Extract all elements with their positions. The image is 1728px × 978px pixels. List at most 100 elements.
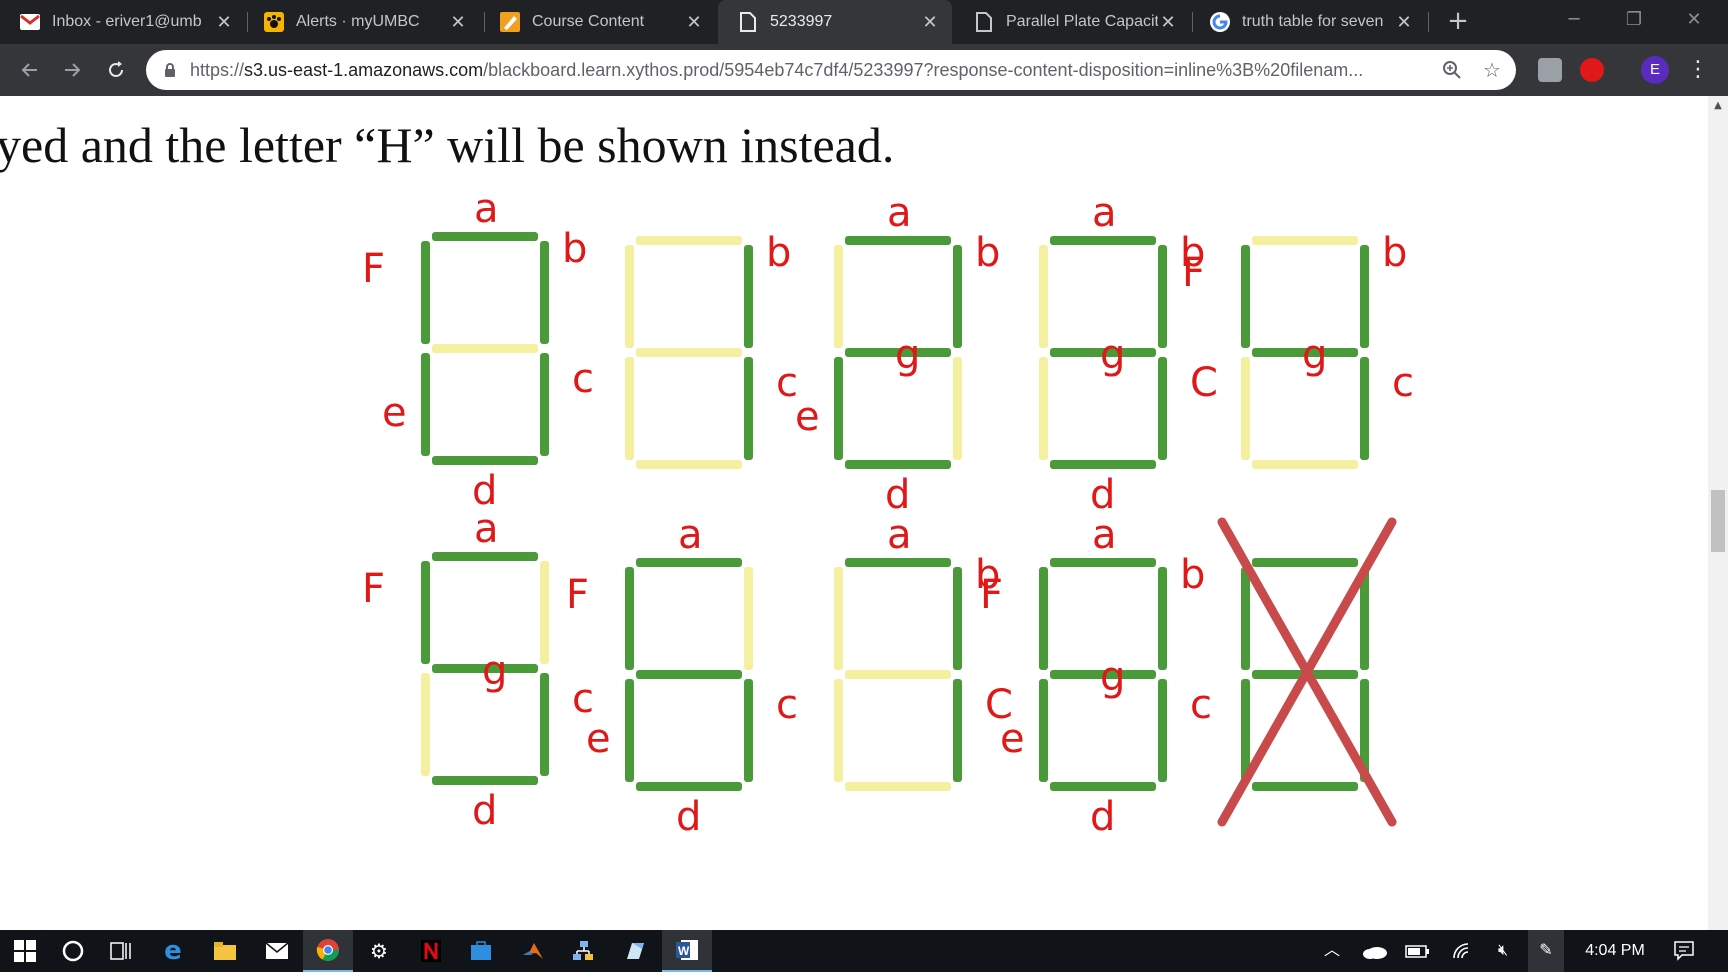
task-view-icon[interactable] xyxy=(96,930,146,972)
segment-e-on xyxy=(421,353,430,456)
segment-f-off xyxy=(834,245,843,348)
store-icon[interactable] xyxy=(456,930,506,972)
segment-c-off xyxy=(953,357,962,460)
scrollbar-thumb[interactable] xyxy=(1711,490,1725,552)
close-tab-icon[interactable]: ✕ xyxy=(684,12,704,33)
tab-course-content[interactable]: Course Content ✕ xyxy=(480,0,716,44)
windows-start-icon[interactable] xyxy=(0,930,50,972)
clock-time[interactable]: 4:04 PM xyxy=(1570,930,1660,972)
seven-segment-figure: abFedcbcabgedabgCdF bgcaFgcdaFecdabCaF bge… xyxy=(362,186,1414,840)
annotation-a: a xyxy=(887,512,912,558)
segment-b-on xyxy=(953,567,962,670)
segment-d-off xyxy=(636,460,742,469)
tray-overflow-chevron-icon[interactable]: ︿ xyxy=(1318,930,1346,972)
segment-c-on xyxy=(540,353,549,456)
battery-icon[interactable] xyxy=(1400,930,1436,972)
segment-c-on xyxy=(1158,679,1167,782)
tab-5233997[interactable]: 5233997 ✕ xyxy=(718,0,952,44)
google-icon xyxy=(1210,12,1230,32)
segment-a-on xyxy=(1050,558,1156,567)
segment-c-on xyxy=(1360,357,1369,460)
segment-g-off xyxy=(432,344,538,353)
chrome-icon[interactable] xyxy=(303,930,353,972)
extension-adblock-icon[interactable] xyxy=(1580,58,1604,82)
segment-d-on xyxy=(432,776,538,785)
segment-a-off xyxy=(636,236,742,245)
annotation-c: c xyxy=(1392,360,1414,406)
arrow-left-icon xyxy=(21,63,37,77)
onedrive-cloud-icon[interactable] xyxy=(1358,930,1392,972)
settings-gear-icon[interactable]: ⚙ xyxy=(354,930,404,972)
close-tab-icon[interactable]: ✕ xyxy=(920,12,940,33)
segment-a-on xyxy=(1252,558,1358,567)
minimize-button[interactable]: ─ xyxy=(1546,0,1602,44)
segment-d-on xyxy=(432,456,538,465)
annotation-c: C xyxy=(1190,360,1218,406)
paint-icon[interactable] xyxy=(610,930,660,972)
segment-c-on xyxy=(744,357,753,460)
annotation-e: e xyxy=(382,390,407,436)
matlab-icon[interactable] xyxy=(508,930,558,972)
digit-9 xyxy=(1217,517,1397,827)
close-tab-icon[interactable]: ✕ xyxy=(1394,12,1414,33)
scroll-up-arrow-icon[interactable]: ▲ xyxy=(1708,96,1728,116)
address-bar[interactable]: https://s3.us-east-1.amazonaws.com/black… xyxy=(146,50,1516,90)
cortana-circle-icon[interactable] xyxy=(48,930,98,972)
url-text[interactable]: https://s3.us-east-1.amazonaws.com/black… xyxy=(190,60,1440,81)
close-tab-icon[interactable]: ✕ xyxy=(1158,12,1178,33)
forward-button[interactable] xyxy=(56,54,88,86)
reload-button[interactable] xyxy=(100,54,132,86)
annotation-a: a xyxy=(887,190,912,236)
close-window-button[interactable]: ✕ xyxy=(1666,0,1722,44)
segment-f-on xyxy=(625,567,634,670)
digit-5: aFgcd xyxy=(362,506,594,834)
document-icon xyxy=(974,12,994,32)
tab-gmail[interactable]: Inbox - eriver1@umb ✕ xyxy=(0,0,246,44)
vertical-scrollbar[interactable]: ▲ xyxy=(1708,96,1728,930)
action-center-icon[interactable] xyxy=(1664,930,1704,972)
restore-button[interactable]: ❐ xyxy=(1606,0,1662,44)
digit-2: abged xyxy=(795,190,1000,518)
volume-muted-icon[interactable]: 🔇︎ xyxy=(1488,930,1518,972)
profile-avatar[interactable]: E xyxy=(1641,56,1669,84)
segment-a-on xyxy=(845,236,951,245)
segment-c-on xyxy=(1158,357,1167,460)
tab-google-search[interactable]: truth table for seven ✕ xyxy=(1190,0,1426,44)
extension-grammarly-icon[interactable] xyxy=(1538,58,1562,82)
tab-myumbc[interactable]: Alerts · myUMBC ✕ xyxy=(244,0,480,44)
segment-a-on xyxy=(1050,236,1156,245)
bookmark-star-icon[interactable]: ☆ xyxy=(1482,60,1502,80)
annotation-f: F xyxy=(362,246,385,292)
edge-icon[interactable]: e xyxy=(148,930,198,972)
network-app-icon[interactable] xyxy=(558,930,608,972)
segment-b-on xyxy=(953,245,962,348)
segment-d-off xyxy=(845,782,951,791)
segment-f-on xyxy=(421,241,430,344)
mail-icon[interactable] xyxy=(252,930,302,972)
url-path: /blackboard.learn.xythos.prod/5954eb74c7… xyxy=(483,59,1364,80)
close-tab-icon[interactable]: ✕ xyxy=(214,12,234,33)
segment-f-on xyxy=(421,561,430,664)
annotation-b: b xyxy=(562,226,587,272)
segment-c-on xyxy=(540,673,549,776)
segment-b-on xyxy=(1360,245,1369,348)
new-tab-button[interactable]: + xyxy=(1444,8,1472,36)
annotation-e: e xyxy=(795,394,820,440)
windows-taskbar: e ⚙ W ︿ 🔇︎ ✎ 4:04 PM xyxy=(0,930,1728,972)
segment-d-on xyxy=(636,782,742,791)
chrome-menu-icon[interactable]: ⋮ xyxy=(1686,56,1710,84)
tab-parallel-plate[interactable]: Parallel Plate Capacit ✕ xyxy=(954,0,1190,44)
zoom-icon[interactable] xyxy=(1442,60,1462,80)
wifi-icon[interactable] xyxy=(1446,930,1480,972)
file-explorer-icon[interactable] xyxy=(200,930,250,972)
digit-7: abC xyxy=(834,512,1013,791)
tab-title: Alerts · myUMBC xyxy=(296,13,420,30)
back-button[interactable] xyxy=(14,54,46,86)
netflix-icon[interactable] xyxy=(406,930,456,972)
close-tab-icon[interactable]: ✕ xyxy=(448,12,468,33)
annotation-b: b xyxy=(975,230,1000,276)
digit-0: abFedc xyxy=(362,186,594,514)
word-icon[interactable]: W xyxy=(662,930,712,972)
segment-b-on xyxy=(540,241,549,344)
pen-workspace-icon[interactable]: ✎ xyxy=(1528,930,1564,972)
